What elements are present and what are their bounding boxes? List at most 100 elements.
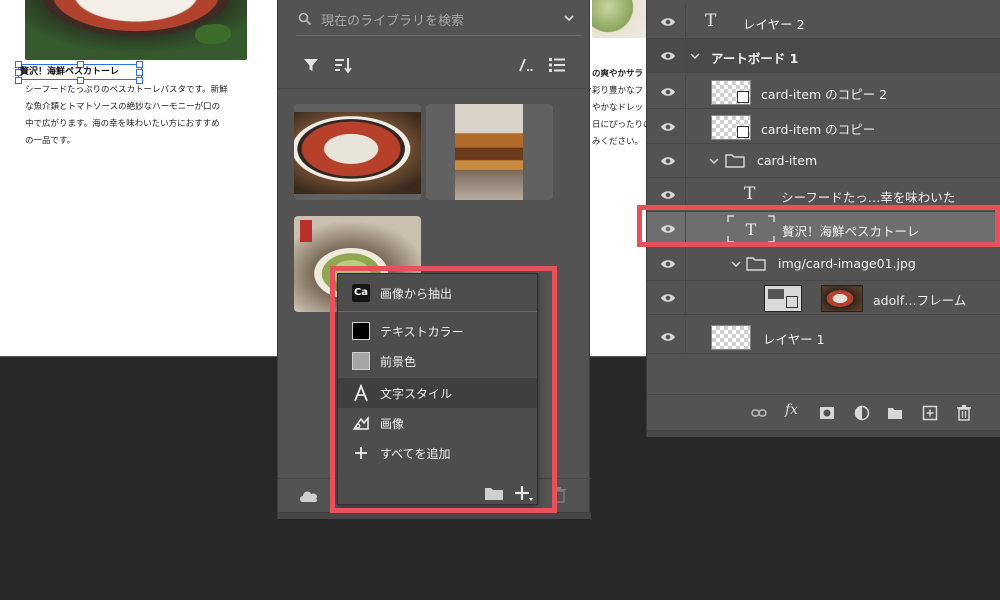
adjustment-icon[interactable] xyxy=(854,405,870,421)
library-item-pasta[interactable] xyxy=(294,104,421,200)
eye-divider xyxy=(685,5,686,39)
body-line: シーフードたっぷりのペスカトーレパスタです。新鮮 xyxy=(25,85,228,95)
pasta-thumbnail xyxy=(294,112,421,194)
body-line: 彩り豊かなフ xyxy=(592,86,644,96)
search-placeholder: 現在のライブラリを検索 xyxy=(321,14,465,29)
layer-row-card-item-copy[interactable]: card-item のコピー xyxy=(647,110,1000,144)
menu-item-text-color[interactable]: テキストカラー xyxy=(338,316,537,346)
pasta-image xyxy=(25,0,247,60)
link-icon[interactable] xyxy=(751,405,767,421)
layers-resize-bar[interactable] xyxy=(647,430,1000,437)
eye-icon[interactable] xyxy=(660,189,676,201)
layer-row-layer1[interactable]: レイヤー 1 xyxy=(647,320,1000,354)
chevron-down-icon[interactable] xyxy=(690,51,700,61)
layer-name: card-item xyxy=(757,153,818,168)
layer-row-frame[interactable]: adolf…フレーム xyxy=(647,281,1000,315)
eye-divider xyxy=(685,178,686,212)
group-folder-icon[interactable] xyxy=(887,405,903,421)
layer-name: レイヤー 1 xyxy=(763,332,825,347)
smart-object-thumbnail xyxy=(711,115,751,140)
view-list-icon[interactable] xyxy=(548,56,566,74)
body-line: な魚介類とトマトソースの絶妙なハーモニーが口の xyxy=(25,102,221,112)
smart-object-icon xyxy=(737,126,749,138)
menu-item-extract-from-image[interactable]: Ca 画像から抽出 xyxy=(338,278,537,308)
eye-divider xyxy=(685,110,686,144)
menu-item-add-all[interactable]: すべてを追加 xyxy=(338,438,537,468)
body-line: みください。 xyxy=(592,137,644,147)
fx-icon[interactable]: fx xyxy=(785,402,798,418)
library-search[interactable]: 現在のライブラリを検索 xyxy=(296,2,581,36)
layer-name: adolf…フレーム xyxy=(873,293,967,308)
layer-row-card-item-copy2[interactable]: card-item のコピー 2 xyxy=(647,75,1000,109)
menu-divider xyxy=(338,311,537,312)
menu-item-label: 文字スタイル xyxy=(380,387,453,401)
eye-divider xyxy=(685,247,686,281)
salad-image xyxy=(592,0,646,38)
library-toolbar xyxy=(278,44,591,84)
filter-icon[interactable] xyxy=(302,56,320,74)
card-body-text: シーフードたっぷりのペスカトーレパスタです。新鮮 な魚介類とトマトソースの絶妙な… xyxy=(25,82,247,150)
frame-thumbnail xyxy=(764,285,802,312)
body-line: 日にぴったりの xyxy=(592,120,646,130)
smart-object-thumbnail xyxy=(711,80,751,105)
gray-swatch-icon xyxy=(352,352,370,370)
layer-name: シーフードたっ…幸を味わいた xyxy=(781,190,956,205)
eye-icon[interactable] xyxy=(660,258,676,270)
eye-icon[interactable] xyxy=(660,86,676,98)
folder-icon xyxy=(746,257,766,271)
folder-icon xyxy=(725,154,745,168)
black-swatch-icon xyxy=(352,322,370,340)
text-layer-icon: T xyxy=(705,11,717,31)
layer-row-artboard1[interactable]: アートボード 1 xyxy=(647,39,1000,73)
eye-icon[interactable] xyxy=(660,121,676,133)
menu-item-character-style[interactable]: 文字スタイル xyxy=(338,378,537,408)
layer-row-img-group[interactable]: img/card-image01.jpg xyxy=(647,247,1000,281)
add-content-button[interactable] xyxy=(514,484,534,502)
delete-icon[interactable] xyxy=(552,487,566,503)
text-layer-icon: T xyxy=(727,215,775,243)
eye-icon[interactable] xyxy=(660,155,676,167)
eye-divider xyxy=(685,212,686,246)
body-line: やかなドレッ xyxy=(592,103,644,113)
eye-icon[interactable] xyxy=(660,50,676,62)
menu-item-foreground-color[interactable]: 前景色 xyxy=(338,346,537,376)
layer-row-title-text[interactable]: T 贅沢！海鮮ペスカトーレ xyxy=(647,212,1000,246)
eye-icon[interactable] xyxy=(660,16,676,28)
photo-thumbnail xyxy=(821,285,863,312)
view-grid-icon[interactable] xyxy=(516,56,534,74)
folder-icon[interactable] xyxy=(484,485,504,501)
library-resize-bar[interactable] xyxy=(278,512,591,519)
selection-handle-bl[interactable] xyxy=(15,77,22,84)
menu-item-label: 画像から抽出 xyxy=(380,287,453,301)
new-layer-icon[interactable] xyxy=(922,405,938,421)
card-body-text-right: の爽やかサラ 彩り豊かなフ やかなドレッ 日にぴったりの みください。 xyxy=(592,66,646,151)
cloud-icon[interactable] xyxy=(298,488,320,504)
delete-icon[interactable] xyxy=(956,405,972,421)
layer-name: 贅沢！海鮮ペスカトーレ xyxy=(782,224,920,239)
eye-divider xyxy=(685,75,686,109)
layers-panel: T レイヤー 2 アートボード 1 card-item のコピー 2 card-… xyxy=(646,0,1000,437)
chevron-down-icon[interactable] xyxy=(731,259,741,269)
eye-divider xyxy=(685,39,686,73)
layer-row-layer2[interactable]: T レイヤー 2 xyxy=(647,5,1000,39)
svg-text:T: T xyxy=(746,220,757,239)
sort-icon[interactable] xyxy=(334,56,352,74)
eye-icon[interactable] xyxy=(660,331,676,343)
mask-icon[interactable] xyxy=(819,405,835,421)
layer-row-card-item-group[interactable]: card-item xyxy=(647,144,1000,178)
layer-row-body-text[interactable]: T シーフードたっ…幸を味わいた xyxy=(647,178,1000,212)
image-icon xyxy=(352,415,369,430)
layer-thumbnail xyxy=(711,325,751,350)
chevron-down-icon[interactable] xyxy=(709,156,719,166)
eye-icon[interactable] xyxy=(660,292,676,304)
chevron-down-icon[interactable] xyxy=(563,12,575,24)
menu-item-image[interactable]: 画像 xyxy=(338,408,537,438)
menu-item-label: すべてを追加 xyxy=(380,447,451,461)
menu-item-label: 画像 xyxy=(380,417,405,431)
library-divider xyxy=(278,88,591,89)
library-item-burger[interactable] xyxy=(426,104,553,200)
card-title-text: 贅沢！海鮮ペスカトーレ xyxy=(20,67,120,77)
eye-icon[interactable] xyxy=(660,223,676,235)
add-content-menu: Ca 画像から抽出 テキストカラー 前景色 文字スタイル 画像 すべてを追加 xyxy=(337,273,538,505)
layer-name: レイヤー 2 xyxy=(743,17,805,32)
